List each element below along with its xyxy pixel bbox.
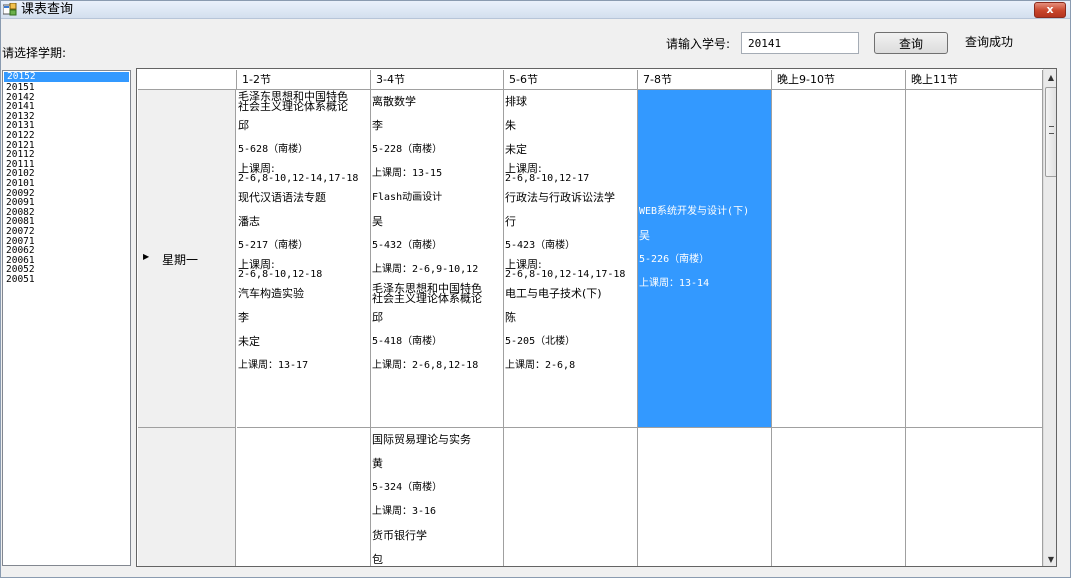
course-line: 5-217（南楼） — [238, 240, 309, 251]
semester-label: 请选择学期: — [2, 46, 67, 60]
course-line: 5-205（北楼） — [505, 336, 576, 347]
app-icon — [3, 3, 17, 16]
schedule-cell[interactable]: 离散数学李 5-228（南楼） 上课周：13-15 Flash动画设计吴 5-432（南… — [371, 90, 504, 428]
schedule-cell[interactable] — [772, 90, 906, 428]
semester-item[interactable]: 20051 — [3, 275, 130, 285]
course-line: 国际贸易理论与实务 — [372, 433, 471, 446]
window-title: 课表查询 — [21, 2, 74, 17]
scroll-thumb[interactable] — [1045, 87, 1056, 177]
close-button[interactable]: x — [1034, 2, 1066, 18]
semester-item[interactable]: 20152 — [4, 72, 129, 82]
schedule-cell[interactable]: 毛泽东思想和中国特色 社会主义理论体系概论邱 5-628（南楼） 上课周: 2-6,8-… — [237, 90, 371, 428]
day-label: 星期一 — [162, 253, 199, 267]
course-line: 陈 — [505, 311, 516, 324]
column-header[interactable]: 晚上9-10节 — [772, 70, 906, 90]
course-line: 2-6,8-10,12-14,17-18 — [505, 269, 626, 280]
semester-list[interactable]: 20152 20151 20142 20141 20132 20131 20122 20121… — [2, 70, 131, 566]
course-line: 未定 — [505, 143, 527, 156]
course-line: 上课周：13-15 — [372, 168, 443, 179]
schedule-cell[interactable] — [772, 428, 906, 566]
status-text: 查询成功 — [965, 35, 1014, 49]
schedule-cell[interactable]: WEB系统开发与设计(下) 吴 5-226（南楼） 上课周：13-14 — [638, 90, 772, 428]
course-line: 5-423（南楼） — [505, 240, 576, 251]
course-line: 上课周：2-6,8 — [505, 360, 576, 371]
course-line: 吴 — [639, 229, 650, 242]
course-line: 上课周：13-17 — [238, 360, 309, 371]
course-line: 5-228（南楼） — [372, 144, 443, 155]
course-line: 5-432（南楼） — [372, 240, 443, 251]
column-header[interactable]: 7-8节 — [638, 70, 772, 90]
course-line: 吴 — [372, 215, 383, 228]
course-line: 上课周：3-16 — [372, 506, 437, 517]
course-line: 行政法与行政诉讼法学 — [505, 191, 615, 204]
course-line: 上课周：2-6,8,12-18 — [372, 360, 479, 371]
query-button[interactable]: 查询 — [874, 32, 948, 54]
schedule-cell[interactable] — [237, 428, 371, 566]
course-line: 电工与电子技术(下) — [505, 287, 602, 300]
course-line: 未定 — [238, 335, 260, 348]
title-bar[interactable]: 课表查询 x — [1, 1, 1070, 19]
schedule-cell[interactable] — [504, 428, 638, 566]
course-line: 货币银行学 — [372, 529, 427, 542]
course-line: 现代汉语语法专题 — [238, 191, 326, 204]
course-line: 5-418（南楼） — [372, 336, 443, 347]
course-line: 2-6,8-10,12-18 — [238, 269, 323, 280]
course-line: 邱 — [372, 311, 383, 324]
current-row-arrow-icon: ▶ — [143, 252, 150, 261]
course-line: 5-628（南楼） — [238, 144, 309, 155]
row-header[interactable]: ▶ 星期一 — [138, 90, 236, 428]
course-line: 朱 — [505, 119, 516, 132]
course-line: Flash动画设计 — [372, 192, 443, 203]
grip-icon — [1049, 126, 1054, 134]
corner-header — [138, 70, 237, 90]
scroll-up-icon[interactable]: ▲ — [1044, 69, 1056, 86]
course-line: 社会主义理论体系概论 — [372, 292, 482, 305]
schedule-cell[interactable] — [638, 428, 772, 566]
course-line: 上课周：13-14 — [639, 278, 710, 289]
schedule-grid[interactable]: 1-2节 3-4节 5-6节 7-8节 晚上9-10节 晚上11节 ▶ 星期一 毛泽东思想和中国… — [136, 68, 1057, 567]
schedule-cell[interactable]: 排球朱未定 上课周: 2-6,8-10,12-17 行政法与行政诉讼法学行 5-423（… — [504, 90, 638, 428]
row-header[interactable] — [138, 428, 236, 566]
schedule-cell[interactable]: 国际贸易理论与实务黄 5-324（南楼） 上课周：3-16 货币银行学包 — [371, 428, 504, 566]
course-line: 潘志 — [238, 215, 260, 228]
course-line: 李 — [372, 119, 383, 132]
main-window: 课表查询 x 请选择学期: 请输入学号: 查询 查询成功 20152201512… — [0, 0, 1071, 578]
column-header[interactable]: 1-2节 — [237, 70, 371, 90]
course-line: 5-226（南楼） — [639, 254, 710, 265]
course-line: 邱 — [238, 119, 249, 132]
course-line: 社会主义理论体系概论 — [238, 100, 348, 113]
course-line: 李 — [238, 311, 249, 324]
course-line: 2-6,8-10,12-14,17-18 — [238, 173, 359, 184]
course-line: 排球 — [505, 95, 527, 108]
scroll-down-icon[interactable]: ▼ — [1044, 551, 1056, 566]
course-line: 5-324（南楼） — [372, 482, 443, 493]
course-line: 上课周：2-6,9-10,12 — [372, 264, 479, 275]
course-line: 2-6,8-10,12-17 — [505, 173, 590, 184]
column-header[interactable]: 3-4节 — [371, 70, 504, 90]
student-id-label: 请输入学号: — [666, 37, 731, 51]
schedule-cell[interactable] — [906, 428, 1043, 566]
course-line: 行 — [505, 215, 516, 228]
schedule-cell[interactable] — [906, 90, 1043, 428]
vertical-scrollbar[interactable]: ▲ ▼ — [1043, 69, 1056, 566]
course-line: WEB系统开发与设计(下) — [639, 206, 750, 217]
column-header[interactable]: 晚上11节 — [906, 70, 1043, 90]
column-header[interactable]: 5-6节 — [504, 70, 638, 90]
course-line: 离散数学 — [372, 95, 416, 108]
student-id-input[interactable] — [741, 32, 859, 54]
course-line: 汽车构造实验 — [238, 287, 304, 300]
course-line: 包 — [372, 553, 383, 566]
course-line: 黄 — [372, 457, 383, 470]
